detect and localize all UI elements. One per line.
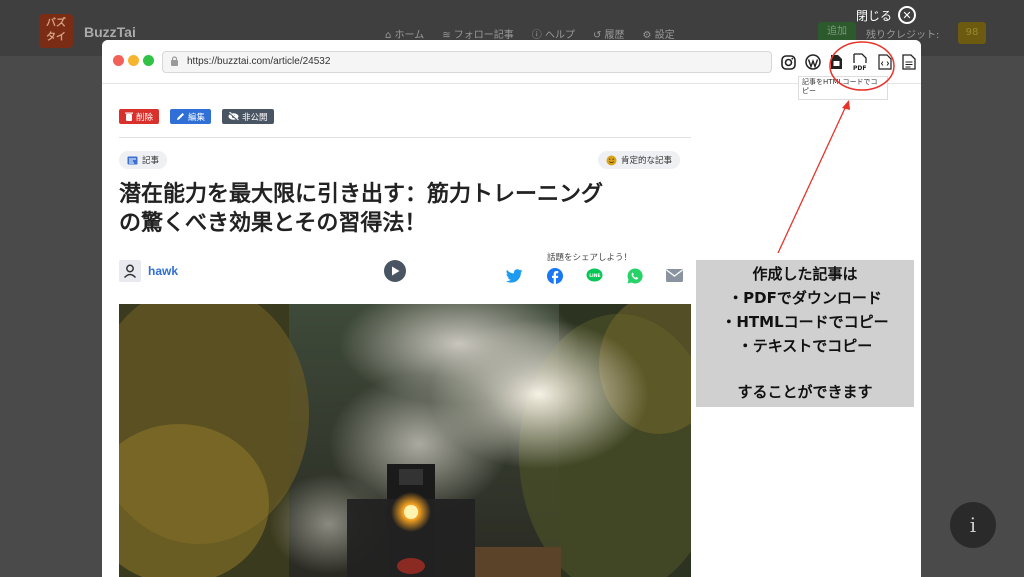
export-icons: PDF (778, 51, 919, 73)
annotation-line-3: ・HTMLコードでコピー (721, 313, 889, 331)
logo-text-1: バズ (46, 18, 66, 29)
annotation-line-1: 作成した記事は (752, 265, 858, 283)
play-audio-button[interactable] (384, 260, 406, 282)
app-brand: BuzzTai (84, 24, 136, 40)
text-file-icon[interactable] (898, 51, 919, 73)
mail-icon[interactable] (666, 267, 683, 284)
file-download-icon[interactable] (826, 51, 847, 73)
private-label: 非公開 (242, 112, 268, 123)
close-icon: ✕ (898, 6, 917, 24)
html-code-icon[interactable] (874, 51, 895, 73)
app-logo: バズ タイ (39, 14, 73, 48)
edit-button[interactable]: 編集 (170, 109, 212, 124)
article-title: 潜在能力を最大限に引き出す：筋力トレーニング の驚くべき効果とその習得法！ (119, 180, 699, 238)
nav-settings: ⚙ 設定 (642, 30, 675, 41)
divider (119, 137, 691, 138)
window-minimize-dot[interactable] (128, 55, 139, 66)
background-nav: ⌂ ホーム ≋ フォロー記事 ⓘ ヘルプ ↺ 履歴 ⚙ 設定 (385, 26, 675, 41)
annotation-line-5: することができます (737, 383, 873, 401)
tone-label: 肯定的な記事 (621, 156, 673, 166)
nav-follow: ≋ フォロー記事 (442, 30, 514, 41)
credit-value: 98 (958, 22, 986, 44)
title-line-1: 潜在能力を最大限に引き出す：筋力トレーニング (119, 182, 604, 207)
close-label: 閉じる (856, 8, 893, 23)
url-text: https://buzztai.com/article/24532 (187, 56, 331, 67)
avatar (119, 260, 141, 282)
pencil-icon (177, 113, 185, 120)
instagram-icon[interactable] (778, 51, 799, 73)
annotation-box: 作成した記事は ・PDFでダウンロード ・HTMLコードでコピー ・テキストでコ… (696, 260, 914, 407)
article-hero-image (119, 304, 691, 577)
annotation-line-2: ・PDFでダウンロード (728, 289, 882, 307)
browser-toolbar: https://buzztai.com/article/24532 PDF 記事… (102, 40, 921, 100)
newspaper-icon (127, 156, 138, 164)
share-label: 話題をシェアしよう！ (547, 253, 633, 263)
svg-text:PDF: PDF (853, 65, 866, 71)
logo-text-2: タイ (46, 32, 66, 43)
address-bar[interactable]: https://buzztai.com/article/24532 (162, 51, 772, 73)
edit-label: 編集 (188, 112, 206, 123)
delete-label: 削除 (136, 112, 154, 123)
nav-history: ↺ 履歴 (592, 30, 625, 41)
window-close-dot[interactable] (113, 55, 124, 66)
smile-icon (606, 155, 617, 165)
window-maximize-dot[interactable] (143, 55, 154, 66)
line-icon[interactable]: LINE (586, 267, 603, 284)
category-badge: 記事 (119, 151, 168, 169)
export-tooltip: 記事をHTMLコードでコピー (798, 76, 888, 100)
delete-button[interactable]: 削除 (119, 109, 160, 124)
whatsapp-icon[interactable] (626, 267, 643, 284)
eye-slash-icon (228, 112, 239, 121)
author-name[interactable]: hawk (148, 264, 178, 278)
facebook-icon[interactable] (546, 267, 563, 284)
private-button[interactable]: 非公開 (222, 109, 274, 124)
author[interactable]: hawk (119, 260, 178, 282)
nav-help: ⓘ ヘルプ (531, 30, 575, 41)
user-icon (123, 264, 137, 278)
twitter-icon[interactable] (506, 267, 523, 284)
nav-home: ⌂ ホーム (385, 30, 425, 41)
share-buttons: LINE (506, 267, 683, 284)
lock-icon (170, 56, 179, 69)
info-button[interactable]: i (950, 502, 996, 548)
title-line-2: の驚くべき効果とその習得法！ (119, 211, 427, 236)
pdf-icon[interactable]: PDF (850, 51, 871, 73)
background-green-button: 追加 (818, 22, 856, 42)
svg-text:LINE: LINE (589, 273, 600, 279)
wordpress-icon[interactable] (802, 51, 823, 73)
play-icon (391, 266, 399, 276)
tone-badge: 肯定的な記事 (598, 151, 681, 169)
annotation-spacer (696, 358, 914, 380)
annotation-line-4: ・テキストでコピー (737, 337, 873, 355)
close-button[interactable]: 閉じる ✕ (856, 6, 917, 24)
trash-icon (125, 112, 133, 121)
credit-label: 残りクレジット: (866, 30, 940, 41)
category-label: 記事 (142, 156, 160, 166)
article-actions: 削除 編集 非公開 (119, 109, 274, 124)
